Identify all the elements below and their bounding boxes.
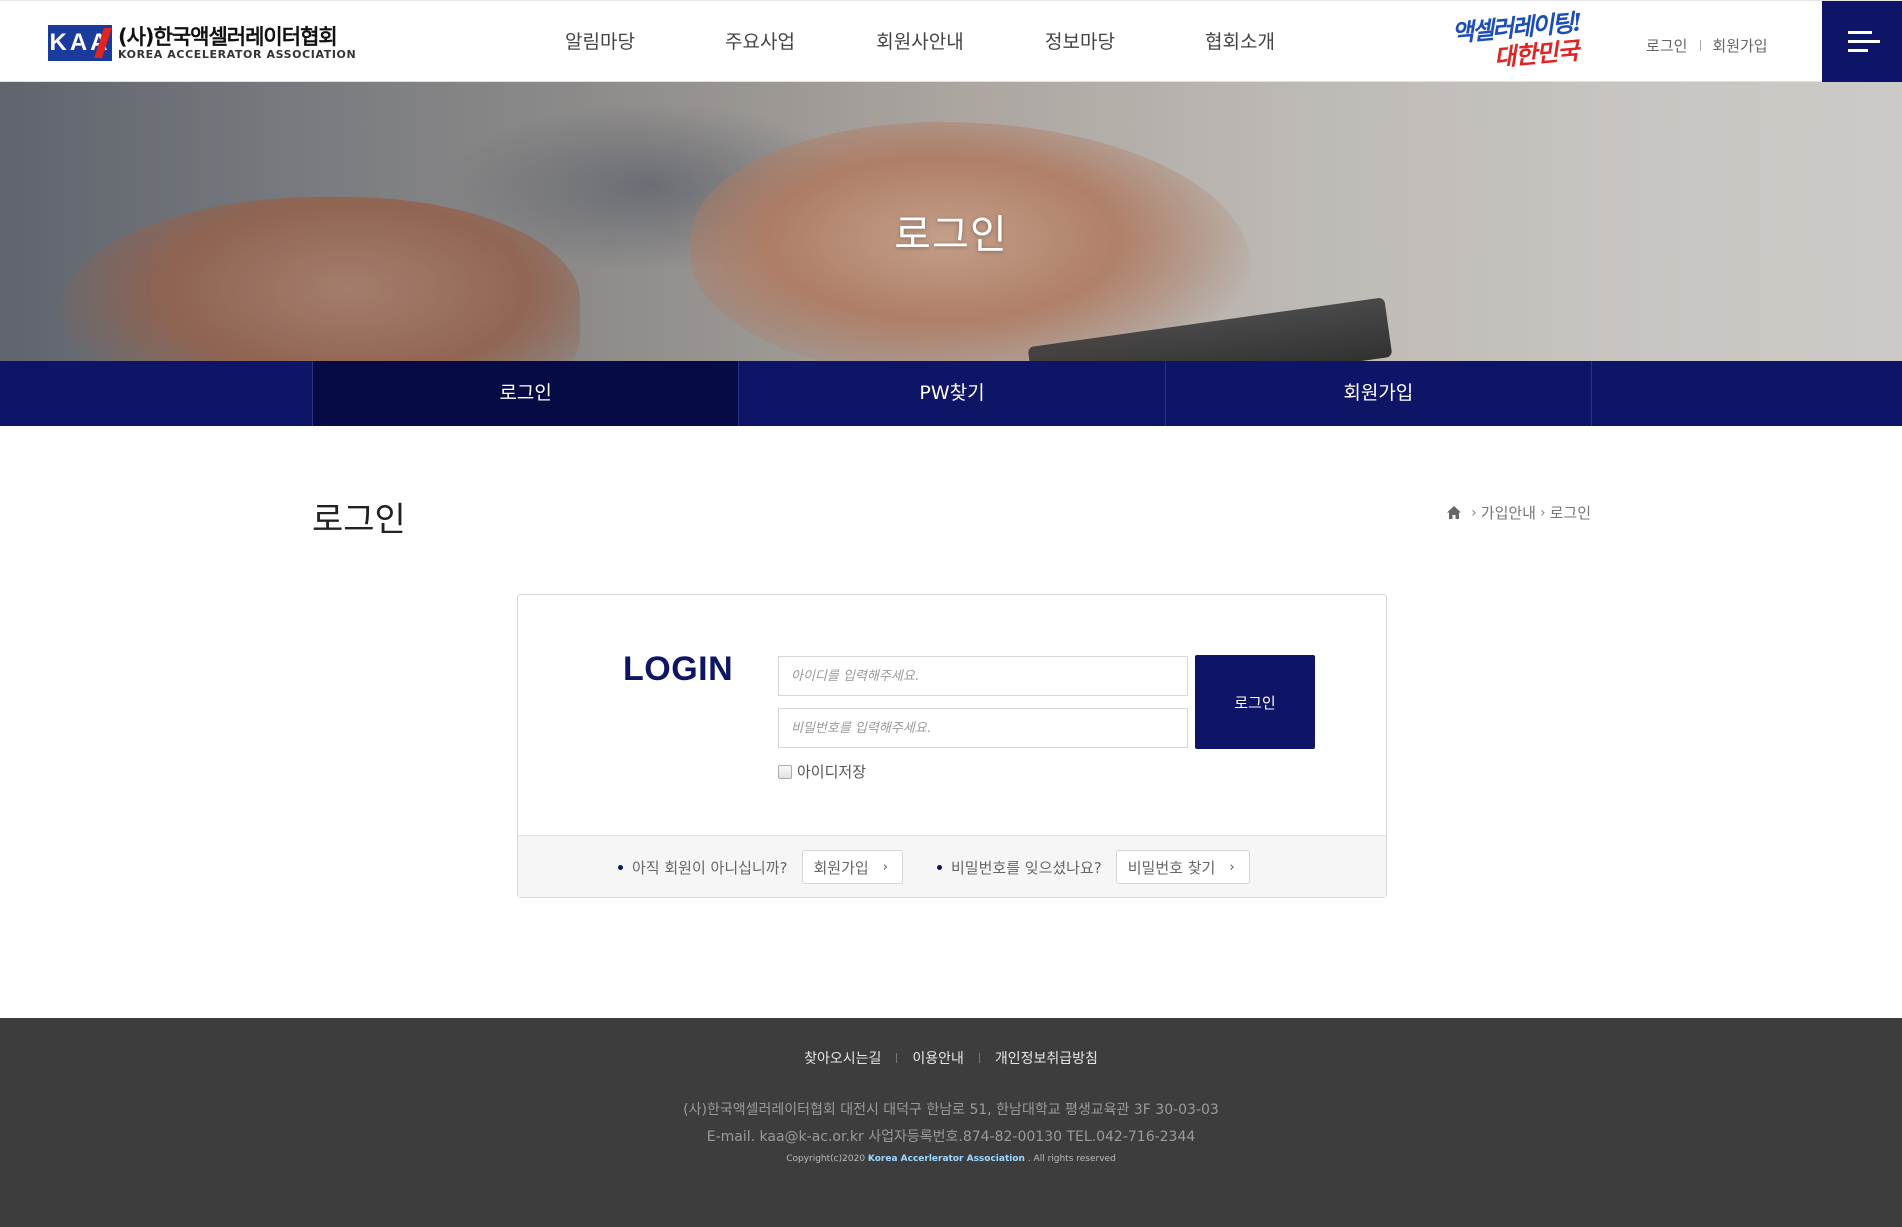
footer-link-terms[interactable]: 이용안내 xyxy=(912,1048,964,1068)
hamburger-icon-line xyxy=(1848,49,1868,52)
home-icon[interactable] xyxy=(1447,506,1462,519)
hamburger-icon xyxy=(1848,31,1872,34)
forgot-password-group: 비밀번호를 잊으셨나요? 비밀번호 찾기 › xyxy=(937,850,1250,884)
tab-join[interactable]: 회원가입 xyxy=(1166,361,1592,426)
bullet-icon xyxy=(618,864,623,870)
slogan-logo: 액셀러레이팅! 대한민국 xyxy=(1451,7,1606,80)
find-password-button-label: 비밀번호 찾기 xyxy=(1127,858,1216,877)
copyright-suffix: . All rights reserved xyxy=(1027,1154,1116,1164)
sub-nav: 로그인 PW찾기 회원가입 xyxy=(0,361,1902,426)
hamburger-menu-button[interactable] xyxy=(1822,1,1902,83)
hero-banner: 로그인 xyxy=(0,82,1902,361)
join-button[interactable]: 회원가입 › xyxy=(801,850,903,884)
nav-item-about[interactable]: 협회소개 xyxy=(1160,1,1320,83)
login-submit-button[interactable]: 로그인 xyxy=(1195,655,1315,749)
footer-link-directions[interactable]: 찾아오시는길 xyxy=(804,1048,881,1068)
site-header: KAA (사)한국액셀러레이터협회 KOREA ACCELERATOR ASSO… xyxy=(0,0,1902,83)
bullet-icon xyxy=(937,864,942,870)
site-footer: 찾아오시는길 이용안내 개인정보취급방침 (사)한국액셀러레이터협회 대전시 대… xyxy=(0,1018,1902,1227)
header-join-link[interactable]: 회원가입 xyxy=(1712,35,1767,56)
tab-login[interactable]: 로그인 xyxy=(313,361,740,426)
password-input[interactable] xyxy=(778,708,1188,748)
nav-item-info[interactable]: 정보마당 xyxy=(1000,1,1160,83)
chevron-right-icon: › xyxy=(1471,504,1477,521)
login-heading: LOGIN xyxy=(623,650,734,688)
user-id-input[interactable] xyxy=(778,656,1188,696)
kaa-logo-mark: KAA xyxy=(48,25,112,61)
utility-links: 로그인 회원가입 xyxy=(1646,35,1768,56)
sub-nav-tabs: 로그인 PW찾기 회원가입 xyxy=(312,361,1592,426)
page-title: 로그인 xyxy=(312,500,406,540)
copyright-org: Korea Accerlerator Association xyxy=(867,1154,1025,1164)
footer-copyright: Copyright(c)2020 Korea Accerlerator Asso… xyxy=(0,1154,1902,1164)
main-nav: 알림마당 주요사업 회원사안내 정보마당 협회소개 xyxy=(520,1,1320,83)
footer-link-privacy[interactable]: 개인정보취급방침 xyxy=(995,1048,1098,1068)
not-member-group: 아직 회원이 아니십니까? 회원가입 › xyxy=(618,850,903,884)
chevron-right-icon: › xyxy=(1229,859,1235,875)
logo-text: (사)한국액셀러레이터협회 KOREA ACCELERATOR ASSOCIAT… xyxy=(118,25,356,61)
footer-separator xyxy=(978,1053,980,1063)
site-logo[interactable]: KAA (사)한국액셀러레이터협회 KOREA ACCELERATOR ASSO… xyxy=(48,23,356,63)
footer-address-block: (사)한국액셀러레이터협회 대전시 대덕구 한남로 51, 한남대학교 평생교육… xyxy=(0,1097,1902,1151)
save-id-label: 아이디저장 xyxy=(797,763,867,781)
hamburger-icon-line xyxy=(1848,40,1880,43)
logo-name-korean: (사)한국액셀러레이터협회 xyxy=(118,25,338,49)
footer-links: 찾아오시는길 이용안내 개인정보취급방침 xyxy=(0,1048,1902,1068)
login-help-bar: 아직 회원이 아니십니까? 회원가입 › 비밀번호를 잊으셨나요? 비밀번호 찾… xyxy=(518,835,1386,897)
copyright-prefix: Copyright(c)2020 xyxy=(786,1154,866,1164)
logo-name-english: KOREA ACCELERATOR ASSOCIATION xyxy=(118,48,357,61)
save-id-option[interactable]: 아이디저장 xyxy=(778,761,866,782)
util-separator xyxy=(1700,40,1702,51)
footer-address: (사)한국액셀러레이터협회 대전시 대덕구 한남로 51, 한남대학교 평생교육… xyxy=(683,1102,1219,1118)
nav-item-members[interactable]: 회원사안내 xyxy=(840,1,1000,83)
breadcrumb-item-current: 로그인 xyxy=(1549,504,1591,522)
footer-contact: E-mail. kaa@k-ac.or.kr 사업자등록번호.874-82-00… xyxy=(706,1129,1196,1145)
not-member-text: 아직 회원이 아니십니까? xyxy=(632,858,788,877)
footer-separator xyxy=(896,1053,898,1063)
chevron-right-icon: › xyxy=(1539,504,1546,521)
breadcrumb: › 가입안내 › 로그인 xyxy=(1447,502,1591,523)
join-button-label: 회원가입 xyxy=(813,858,869,877)
forgot-password-text: 비밀번호를 잊으셨나요? xyxy=(951,858,1102,877)
header-login-link[interactable]: 로그인 xyxy=(1646,35,1687,56)
login-form-box: LOGIN 로그인 아이디저장 아직 회원이 아니십니까? 회원가입 › 비밀번… xyxy=(517,594,1387,898)
tab-find-password[interactable]: PW찾기 xyxy=(739,361,1166,426)
breadcrumb-item[interactable]: 가입안내 xyxy=(1481,502,1536,523)
nav-item-business[interactable]: 주요사업 xyxy=(680,1,840,83)
hero-title: 로그인 xyxy=(894,212,1008,258)
find-password-button[interactable]: 비밀번호 찾기 › xyxy=(1115,850,1250,884)
chevron-right-icon: › xyxy=(882,859,888,875)
save-id-checkbox[interactable] xyxy=(778,764,792,779)
nav-item-notice[interactable]: 알림마당 xyxy=(520,1,680,83)
